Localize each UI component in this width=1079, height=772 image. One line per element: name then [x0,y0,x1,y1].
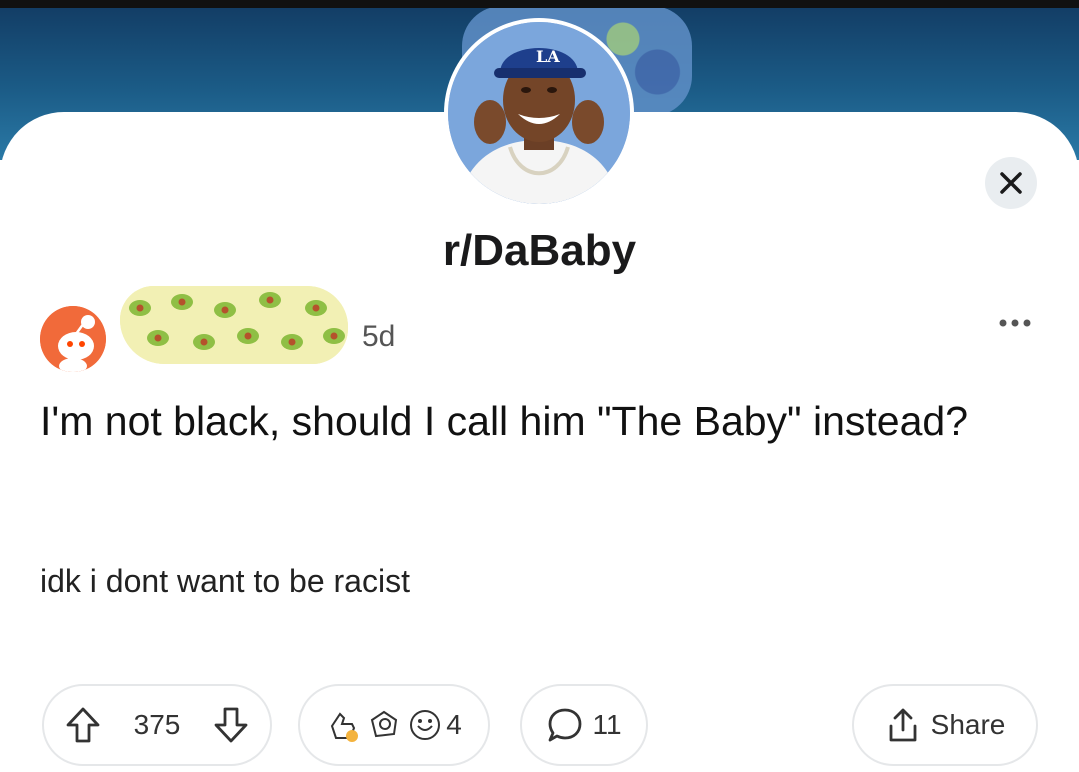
speech-bubble-icon [549,708,582,742]
share-label: Share [930,709,1006,740]
author-avatar[interactable] [40,306,106,372]
redacted-username [120,286,348,364]
reddit-post-screen: LA r/DaBaby 5d I'm not black, should I c… [0,0,1079,772]
share-button[interactable]: Share [852,684,1038,766]
wholesome-award-icon [371,710,398,738]
downvote-arrow-icon [214,707,248,743]
comments-button[interactable]: 11 [520,684,648,766]
awards-button[interactable]: 4 [298,684,490,766]
helpful-award-icon [331,712,359,742]
more-options-button[interactable] [990,308,1040,338]
post-title[interactable]: I'm not black, should I call him "The Ba… [40,394,1000,448]
comment-count: 11 [592,709,622,740]
vote-bar: 375 [42,684,272,766]
subreddit-avatar[interactable]: LA [444,18,634,208]
close-button[interactable] [985,157,1037,209]
avocado-pattern-graphic [120,286,348,364]
downvote-button[interactable] [212,705,250,745]
silver-award-icon [410,710,441,740]
post-body: idk i dont want to be racist [40,563,410,599]
snoo-avatar-icon [40,306,106,372]
upvote-arrow-icon [66,707,100,743]
upvote-button[interactable] [64,705,102,745]
more-horizontal-icon [999,319,1031,327]
vote-count: 375 [133,709,181,740]
subreddit-name[interactable]: r/DaBaby [0,226,1079,276]
svg-text:LA: LA [536,47,560,66]
subreddit-avatar-image: LA [448,22,630,204]
avatar-portrait-graphic: LA [448,22,630,204]
post-age: 5d [362,320,396,353]
close-icon [1000,172,1022,194]
share-upload-icon [889,708,917,742]
award-count: 4 [446,709,462,740]
